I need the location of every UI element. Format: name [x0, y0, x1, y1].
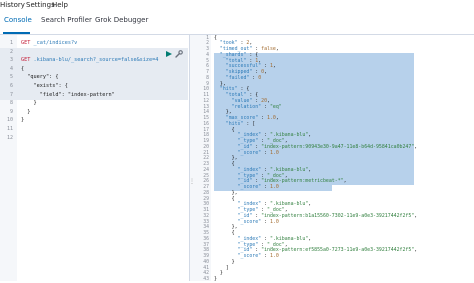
request-line-number: 9	[9, 108, 13, 115]
request-line: }	[21, 108, 31, 115]
request-line: "query": {	[21, 74, 59, 81]
response-line-number: 43	[203, 277, 209, 282]
request-path: .kibana-blu/_search?_source=false&size=4	[33, 57, 159, 64]
wrench-icon[interactable]	[175, 50, 183, 58]
request-line: GET _cat/indices?v	[21, 40, 77, 46]
tab-grok-debugger[interactable]: Grok Debugger	[95, 16, 148, 24]
menu-history[interactable]: History	[0, 1, 25, 9]
request-line-number: 7	[9, 91, 13, 98]
http-method: GET	[21, 57, 34, 64]
request-line: GET .kibana-blu/_search?_source=false&si…	[21, 57, 158, 63]
request-path: _cat/indices?v	[33, 40, 78, 46]
request-line-number: 1	[9, 40, 13, 46]
menu-help[interactable]: Help	[52, 1, 68, 9]
request-line-number: 6	[9, 83, 13, 89]
run-request-icon[interactable]	[166, 51, 172, 57]
http-method: GET	[21, 40, 34, 46]
request-line: "exists": {	[21, 83, 68, 89]
request-line: "field": "index-pattern"	[21, 91, 115, 98]
request-line-number: 4	[9, 65, 13, 72]
request-line: {	[21, 65, 25, 72]
request-line-number: 12	[6, 134, 13, 141]
active-tab-indicator	[3, 32, 30, 34]
response-line: }	[214, 276, 217, 282]
request-line: }	[21, 117, 25, 124]
tab-search-profiler[interactable]: Search Profiler	[41, 16, 92, 24]
app-tabs: Console Search Profiler Grok Debugger	[0, 10, 474, 35]
menu-settings[interactable]: Settings	[26, 1, 55, 9]
tab-console[interactable]: Console	[4, 16, 32, 24]
request-line-number: 5	[9, 74, 13, 81]
request-line-number: 11	[6, 126, 13, 132]
request-line: }	[21, 100, 37, 107]
request-line-number: 3	[9, 57, 13, 64]
request-line-number: 2	[9, 48, 13, 55]
request-line-number: 10	[6, 117, 13, 124]
menu-bar: History Settings Help	[0, 0, 474, 10]
request-line-number: 8	[9, 100, 13, 107]
